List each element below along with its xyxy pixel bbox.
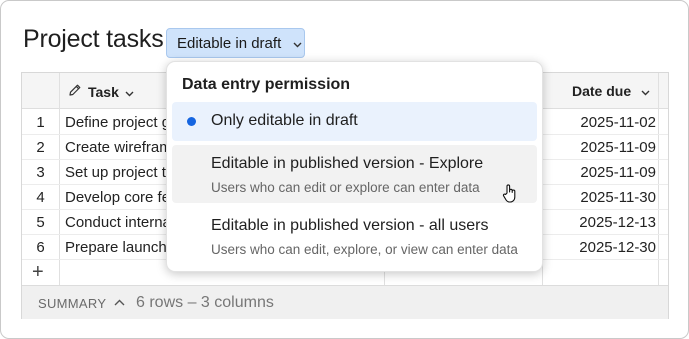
add-row-button[interactable]: +: [32, 261, 44, 284]
app-frame: Project tasks Editable in draft Task Dat…: [0, 0, 689, 339]
summary-bar: SUMMARY 6 rows – 3 columns: [22, 285, 668, 319]
row-number: 4: [36, 189, 45, 206]
permission-button-label: Editable in draft: [177, 34, 282, 52]
option-editable-published-explore[interactable]: Editable in published version - Explore …: [172, 145, 537, 203]
date-cell[interactable]: 2025-11-02: [580, 114, 656, 131]
chevron-down-icon: [641, 83, 650, 99]
date-cell[interactable]: 2025-11-09: [580, 139, 656, 156]
row-number: 2: [36, 139, 45, 156]
date-cell[interactable]: 2025-12-13: [579, 214, 656, 231]
option-label: Editable in published version - all user…: [211, 217, 489, 234]
menu-heading: Data entry permission: [182, 76, 351, 93]
summary-label: SUMMARY: [38, 296, 107, 311]
task-cell[interactable]: Prepare launch: [65, 239, 167, 256]
chevron-up-icon[interactable]: [114, 294, 125, 309]
option-label: Editable in published version - Explore: [211, 155, 484, 172]
date-cell[interactable]: 2025-12-30: [579, 239, 656, 256]
pencil-icon: [68, 83, 82, 100]
option-description: Users who can edit, explore, or view can…: [211, 242, 518, 257]
row-number: 3: [36, 164, 45, 181]
column-header-task[interactable]: Task: [68, 83, 134, 100]
option-editable-published-all-users[interactable]: Editable in published version - all user…: [172, 207, 537, 265]
permission-dropdown-button[interactable]: Editable in draft: [166, 28, 305, 58]
row-number: 6: [36, 239, 45, 256]
task-cell[interactable]: Create wirefram: [65, 139, 172, 156]
column-header-date-due[interactable]: Date due: [572, 83, 650, 99]
task-cell[interactable]: Conduct interna: [65, 214, 171, 231]
task-cell[interactable]: Develop core fe: [65, 189, 170, 206]
chevron-down-icon: [293, 35, 302, 52]
column-header-task-label: Task: [88, 83, 119, 100]
hand-pointer-icon: [502, 184, 518, 209]
page-title: Project tasks: [23, 25, 164, 53]
data-entry-permission-menu: Data entry permission Only editable in d…: [166, 61, 543, 272]
option-label: Only editable in draft: [211, 112, 358, 129]
selected-dot-icon: [187, 117, 196, 126]
date-cell[interactable]: 2025-11-30: [580, 189, 656, 206]
task-cell[interactable]: Define project g: [65, 114, 170, 131]
date-cell[interactable]: 2025-11-09: [580, 164, 656, 181]
row-number: 5: [36, 214, 45, 231]
option-only-editable-in-draft[interactable]: Only editable in draft: [172, 102, 537, 141]
summary-count: 6 rows – 3 columns: [136, 294, 274, 311]
task-cell[interactable]: Set up project t: [65, 164, 166, 181]
chevron-down-icon: [125, 84, 134, 100]
row-number: 1: [36, 114, 45, 131]
option-description: Users who can edit or explore can enter …: [211, 180, 480, 195]
column-header-date-label: Date due: [572, 83, 632, 99]
